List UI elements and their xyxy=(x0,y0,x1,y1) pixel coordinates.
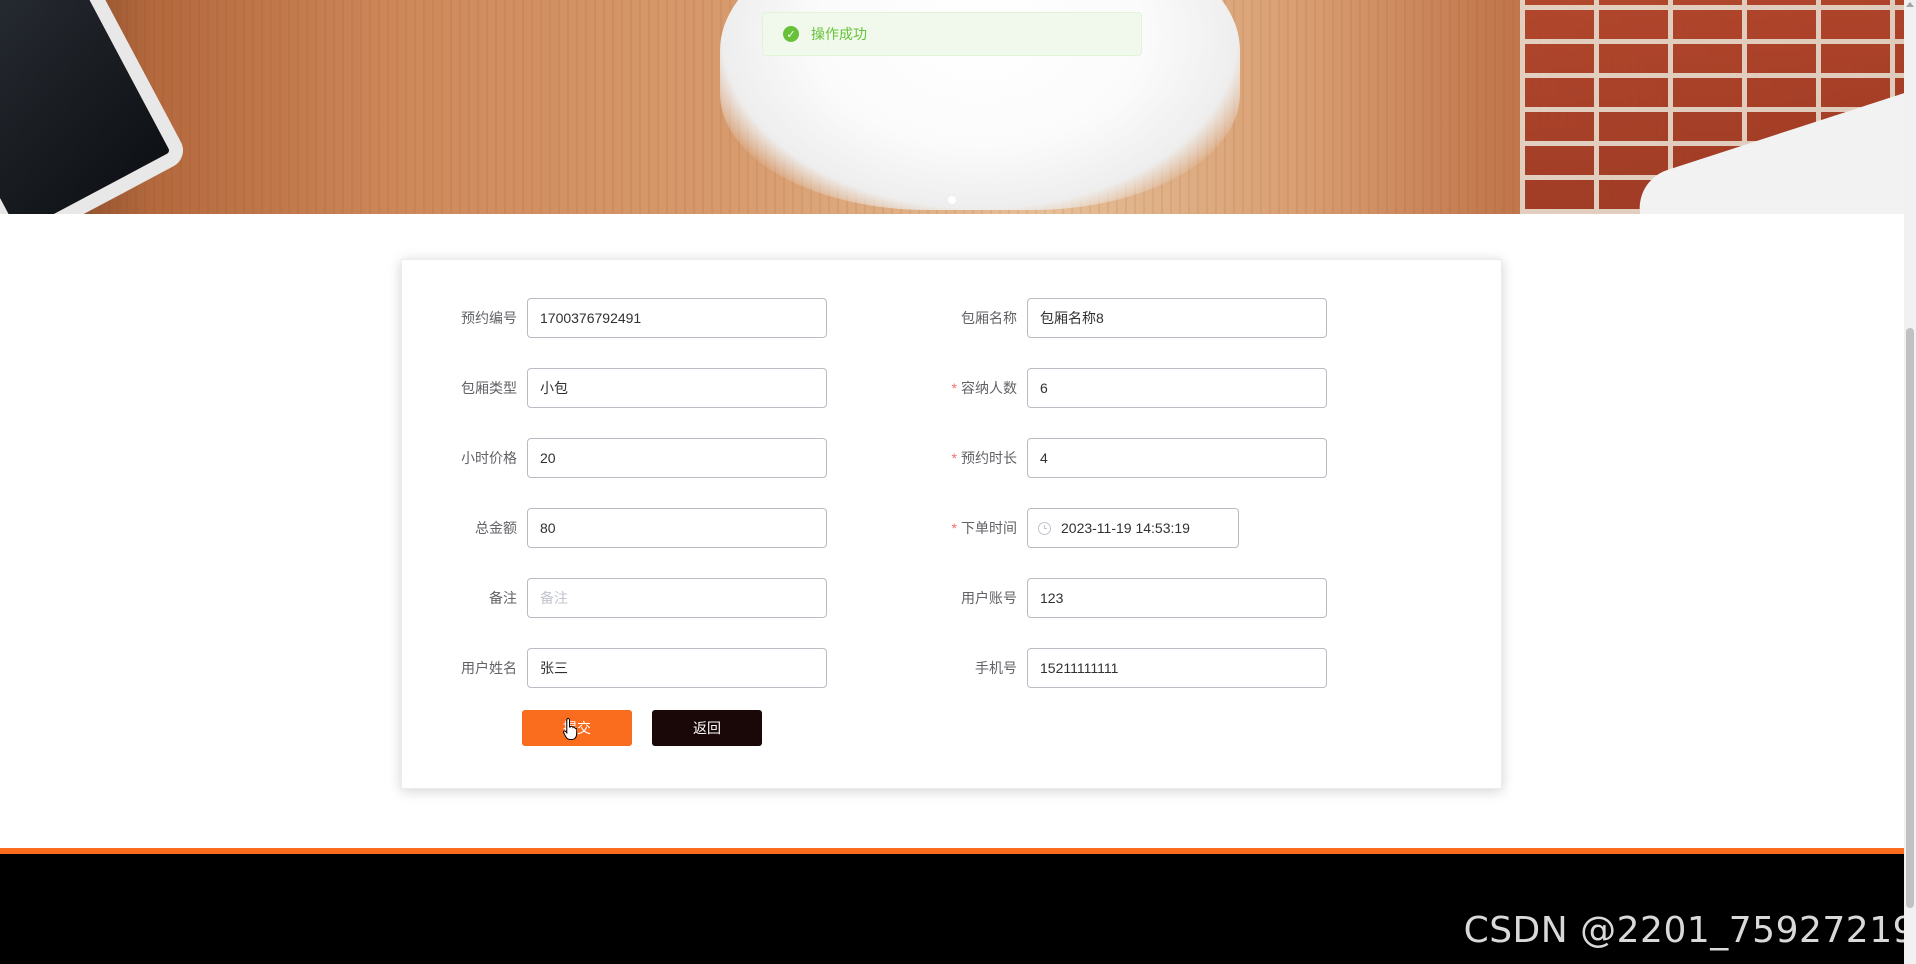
field-remarks: 备注 备注 xyxy=(402,578,827,618)
watermark-text: CSDN @2201_75927219 xyxy=(1463,910,1916,951)
hand-cursor-icon xyxy=(563,718,577,740)
banner-laptop xyxy=(0,0,190,214)
booking-duration-label: * 预约时长 xyxy=(902,448,1027,468)
user-name-input[interactable]: 张三 xyxy=(527,648,827,688)
required-mark: * xyxy=(951,450,957,466)
submit-button[interactable]: 提交 xyxy=(522,710,632,746)
field-room-name: 包厢名称 包厢名称8 xyxy=(902,298,1327,338)
user-name-label: 用户姓名 xyxy=(461,660,517,676)
field-total-amount: 总金额 80 xyxy=(402,508,827,548)
room-name-input[interactable]: 包厢名称8 xyxy=(1027,298,1327,338)
order-time-label-text: 下单时间 xyxy=(961,520,1017,536)
clock-icon xyxy=(1038,521,1051,535)
field-booking-number: 预约编号 1700376792491 xyxy=(402,298,827,338)
capacity-label: * 容纳人数 xyxy=(902,378,1027,398)
remarks-label: 备注 xyxy=(489,590,517,606)
hourly-price-input[interactable]: 20 xyxy=(527,438,827,478)
back-button[interactable]: 返回 xyxy=(652,710,762,746)
field-order-time: * 下单时间 2023-11-19 14:53:19 xyxy=(902,508,1239,548)
booking-duration-input[interactable]: 4 xyxy=(1027,438,1327,478)
booking-duration-label-text: 预约时长 xyxy=(961,450,1017,466)
room-name-label: 包厢名称 xyxy=(961,310,1017,326)
scrollbar-thumb[interactable] xyxy=(1906,328,1914,908)
carousel-indicator-dot[interactable] xyxy=(948,196,956,204)
check-circle-icon: ✓ xyxy=(783,26,799,42)
field-booking-duration: * 预约时长 4 xyxy=(902,438,1327,478)
phone-label: 手机号 xyxy=(975,660,1017,676)
field-room-type: 包厢类型 小包 xyxy=(402,368,827,408)
required-mark: * xyxy=(951,380,957,396)
field-phone: 手机号 15211111111 xyxy=(902,648,1327,688)
booking-number-input[interactable]: 1700376792491 xyxy=(527,298,827,338)
user-account-label: 用户账号 xyxy=(961,590,1017,606)
field-hourly-price: 小时价格 20 xyxy=(402,438,827,478)
total-amount-label: 总金额 xyxy=(475,520,517,536)
capacity-label-text: 容纳人数 xyxy=(961,380,1017,396)
field-capacity: * 容纳人数 6 xyxy=(902,368,1327,408)
required-mark: * xyxy=(951,520,957,536)
field-user-account: 用户账号 123 xyxy=(902,578,1327,618)
order-time-picker[interactable]: 2023-11-19 14:53:19 xyxy=(1027,508,1239,548)
hourly-price-label: 小时价格 xyxy=(461,450,517,466)
user-account-input[interactable]: 123 xyxy=(1027,578,1327,618)
field-user-name: 用户姓名 张三 xyxy=(402,648,827,688)
page-scrollbar[interactable] xyxy=(1904,0,1916,964)
booking-number-label: 预约编号 xyxy=(461,310,517,326)
phone-input[interactable]: 15211111111 xyxy=(1027,648,1327,688)
remarks-input[interactable]: 备注 xyxy=(527,578,827,618)
booking-form-card: 预约编号 1700376792491 包厢类型 小包 小时价格 20 总金额 8… xyxy=(401,259,1502,789)
order-time-value: 2023-11-19 14:53:19 xyxy=(1061,520,1190,536)
room-type-input[interactable]: 小包 xyxy=(527,368,827,408)
toast-message: 操作成功 xyxy=(811,26,867,42)
total-amount-input[interactable]: 80 xyxy=(527,508,827,548)
page: ✓ 操作成功 预约编号 1700376792491 包厢类型 小包 小时价格 2… xyxy=(0,0,1916,964)
order-time-label: * 下单时间 xyxy=(902,518,1027,538)
room-type-label: 包厢类型 xyxy=(461,380,517,396)
success-toast: ✓ 操作成功 xyxy=(762,12,1142,56)
scroll-up-arrow-icon[interactable] xyxy=(1906,2,1914,7)
capacity-input[interactable]: 6 xyxy=(1027,368,1327,408)
